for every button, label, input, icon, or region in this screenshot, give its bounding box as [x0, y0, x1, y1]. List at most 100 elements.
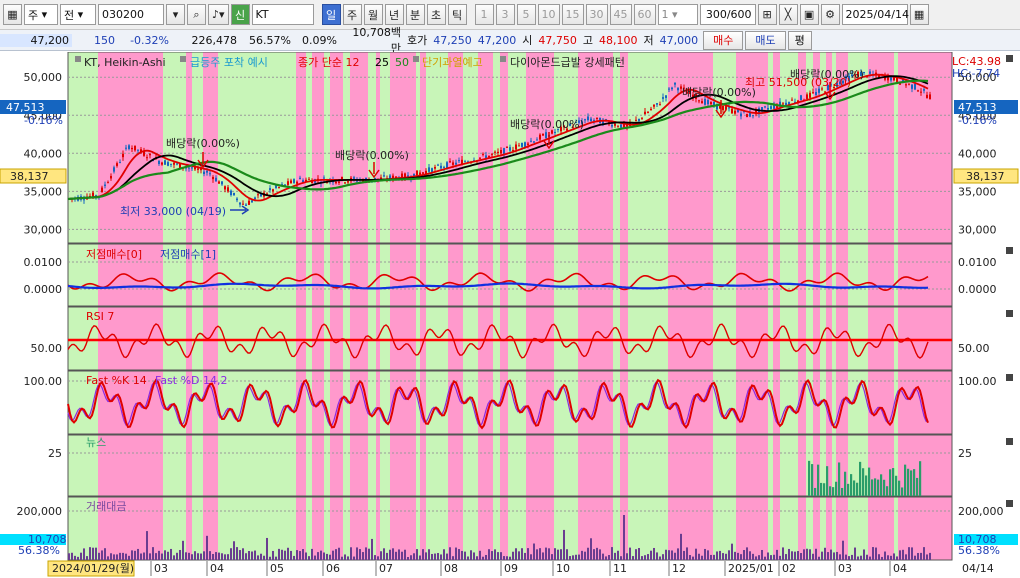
amount-bar [758, 555, 760, 560]
period-week[interactable]: 주 [342, 4, 362, 25]
code-input[interactable]: 030200 [98, 4, 164, 25]
amount-bar [149, 553, 151, 560]
candle-body [218, 181, 220, 184]
indicator2-handle-icon[interactable] [413, 56, 419, 62]
interval-3[interactable]: 3 [495, 4, 515, 25]
amount-bar [602, 553, 604, 560]
count-field[interactable]: 300/600 [699, 4, 756, 25]
amount-bar [638, 548, 640, 560]
news-bar [865, 475, 868, 496]
market-select[interactable]: 주 ▾ [24, 4, 58, 25]
amount-bar [620, 556, 622, 560]
layout-icon[interactable]: ▦ [3, 4, 22, 25]
amount-bar [224, 554, 226, 560]
interval-5[interactable]: 5 [516, 4, 536, 25]
date-value: 2025/04/14 [845, 8, 909, 21]
chart-area[interactable]: 50,000 50,000 45,000 45,000 40,000 40,000 35,0… [0, 52, 1020, 578]
amount-bar [647, 554, 649, 560]
code-dropdown-icon[interactable]: ▾ [166, 4, 185, 25]
news-bar [856, 482, 859, 496]
type-select[interactable]: 전 ▾ [60, 4, 96, 25]
period-month-label: 월 [367, 8, 379, 22]
panel-close-icon [1006, 310, 1013, 317]
save-icon[interactable]: ▣ [799, 4, 819, 25]
candle-body [455, 162, 457, 165]
buy-button[interactable]: 매수 [703, 30, 744, 50]
legend-overheat: 단기과열예고 [422, 56, 483, 69]
panel-handle-icon[interactable] [75, 56, 81, 62]
news-bar [919, 461, 922, 496]
interval-30[interactable]: 30 [585, 4, 608, 25]
amount-bar [683, 550, 685, 560]
type-select-value: 전 [64, 8, 75, 22]
period-second[interactable]: 초 [426, 4, 446, 25]
amount-bar [530, 554, 532, 560]
period-minute[interactable]: 분 [405, 4, 425, 25]
indicator-handle-icon[interactable] [180, 56, 186, 62]
interval-15[interactable]: 15 [561, 4, 584, 25]
price-tick-right: 35,000 [958, 185, 997, 198]
amount-bar [899, 550, 901, 560]
amount-bar [680, 533, 682, 560]
chart-canvas[interactable]: 50,000 50,00045,000 45,00040,000 40,00035,0… [0, 52, 1020, 578]
candle-body [323, 177, 325, 179]
name-field[interactable]: KT [251, 4, 314, 25]
amount-bar [434, 553, 436, 560]
amount-bar [803, 549, 805, 560]
candle-body [107, 182, 109, 184]
candle-body [800, 95, 802, 100]
legend-ma50: 50 [395, 56, 409, 69]
calendar-icon[interactable]: ▦ [909, 4, 929, 25]
search-icon[interactable]: ⌕ [187, 4, 206, 25]
crosshair-icon[interactable]: ⊞ [757, 4, 777, 25]
candle-body [620, 124, 622, 128]
amount-bar [92, 547, 94, 560]
candle-body [212, 176, 214, 180]
period-year[interactable]: 년 [384, 4, 404, 25]
candle-body [275, 185, 277, 188]
interval-10[interactable]: 10 [537, 4, 560, 25]
amount-bar [584, 551, 586, 560]
candle-body [173, 162, 175, 165]
amount-bar [323, 552, 325, 560]
interval-45[interactable]: 45 [609, 4, 632, 25]
amount-bar [668, 550, 670, 560]
amount-bar [794, 551, 796, 560]
amount-bar [95, 547, 97, 560]
amount-bar [266, 537, 268, 560]
flag-icon[interactable]: 신 [230, 4, 250, 25]
amount-bar [119, 552, 121, 560]
candle-body [527, 143, 529, 145]
period-day[interactable]: 일 [321, 4, 341, 25]
indicator3-handle-icon[interactable] [500, 56, 506, 62]
amount-bar [557, 549, 559, 560]
legend-fastd: Fast %D 14,2 [155, 374, 228, 387]
speaker-icon[interactable]: ♪▾ [208, 4, 229, 25]
interval-60[interactable]: 60 [633, 4, 656, 25]
gear-icon[interactable]: ⚙ [820, 4, 840, 25]
chart-tool-icon[interactable]: ╳ [778, 4, 798, 25]
amount-bar [254, 550, 256, 560]
news-bar [808, 460, 811, 496]
candle-body [344, 182, 346, 184]
date-field[interactable]: 2025/04/14 [841, 4, 909, 25]
amount-bar [326, 553, 328, 560]
candle-body [722, 105, 724, 111]
eval-button[interactable]: 평 [787, 30, 812, 50]
date-tick: 12 [672, 562, 686, 575]
interval-1[interactable]: 1 [474, 4, 494, 25]
period-month[interactable]: 월 [363, 4, 383, 25]
amount-bar [479, 550, 481, 560]
amount-bar [128, 555, 130, 560]
period-tick[interactable]: 틱 [447, 4, 467, 25]
amount-bar [743, 550, 745, 560]
amount-bar [800, 553, 802, 560]
news-bar [829, 486, 832, 496]
sell-button[interactable]: 매도 [745, 30, 786, 50]
amount-bar [872, 547, 874, 560]
amount-bar [440, 554, 442, 560]
name-value: KT [255, 8, 269, 21]
interval-select[interactable]: 1 ▾ [657, 4, 698, 25]
bid-value: 47,200 [477, 33, 517, 47]
p4-tick-left: 100.00 [24, 375, 63, 388]
